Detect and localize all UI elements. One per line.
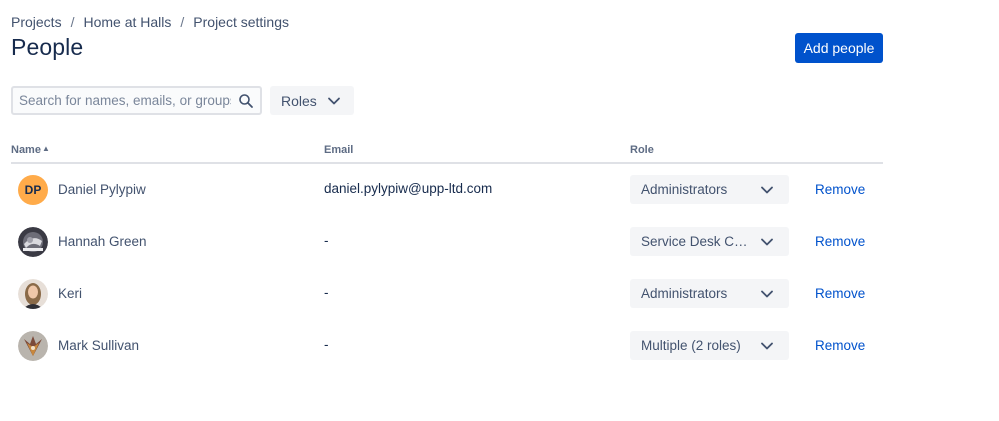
sort-ascending-icon: ▲: [41, 144, 50, 153]
remove-button[interactable]: Remove: [815, 286, 865, 301]
remove-button[interactable]: Remove: [815, 182, 865, 197]
role-select-value: Multiple (2 roles): [641, 338, 741, 353]
roles-filter-label: Roles: [281, 92, 317, 109]
person-email: -: [324, 233, 329, 248]
avatar: [18, 227, 48, 257]
avatar-image: [18, 331, 48, 361]
avatar: [18, 279, 48, 309]
chevron-down-icon: [761, 342, 773, 350]
avatar-image: [18, 227, 48, 257]
person-email: daniel.pylypiw@upp-ltd.com: [324, 181, 493, 196]
role-select[interactable]: Administrators: [630, 175, 789, 204]
person-email: -: [324, 285, 329, 300]
column-header-name-label: Name: [11, 144, 41, 156]
role-select-value: Administrators: [641, 286, 728, 301]
chevron-down-icon: [761, 290, 773, 298]
search-icon[interactable]: [238, 93, 254, 109]
remove-button[interactable]: Remove: [815, 234, 865, 249]
roles-filter-button[interactable]: Roles: [270, 86, 354, 115]
avatar-image: [18, 279, 48, 309]
role-select-value: Administrators: [641, 182, 728, 197]
column-header-name[interactable]: Name▲: [11, 144, 50, 156]
chevron-down-icon: [761, 186, 773, 194]
breadcrumb-separator: /: [180, 14, 185, 30]
person-name: Keri: [58, 286, 83, 301]
role-select-value: Service Desk Customers: [641, 234, 753, 249]
breadcrumb-separator: /: [70, 14, 75, 30]
chevron-down-icon: [761, 238, 773, 246]
column-header-email: Email: [324, 144, 354, 156]
table-row: DP Daniel Pylypiw daniel.pylypiw@upp-ltd…: [0, 164, 999, 216]
search-field: [11, 86, 262, 115]
avatar: [18, 331, 48, 361]
remove-button[interactable]: Remove: [815, 338, 865, 353]
add-people-button[interactable]: Add people: [795, 33, 883, 63]
breadcrumb-project-settings[interactable]: Project settings: [193, 14, 289, 30]
role-select[interactable]: Multiple (2 roles): [630, 331, 789, 360]
person-email: -: [324, 337, 329, 352]
role-select[interactable]: Service Desk Customers: [630, 227, 789, 256]
breadcrumb: Projects / Home at Halls / Project setti…: [11, 14, 289, 30]
person-name: Daniel Pylypiw: [58, 182, 146, 197]
table-row: Mark Sullivan - Multiple (2 roles) Remov…: [0, 320, 999, 372]
breadcrumb-projects[interactable]: Projects: [11, 14, 62, 30]
table-row: Hannah Green - Service Desk Customers Re…: [0, 216, 999, 268]
avatar: DP: [18, 175, 48, 205]
search-input[interactable]: [13, 88, 231, 113]
person-name: Hannah Green: [58, 234, 147, 249]
role-select[interactable]: Administrators: [630, 279, 789, 308]
person-name: Mark Sullivan: [58, 338, 140, 353]
chevron-down-icon: [328, 97, 340, 105]
table-row: Keri - Administrators Remove: [0, 268, 999, 320]
page-title: People: [11, 34, 84, 60]
breadcrumb-project[interactable]: Home at Halls: [83, 14, 171, 30]
column-header-role: Role: [630, 144, 654, 156]
